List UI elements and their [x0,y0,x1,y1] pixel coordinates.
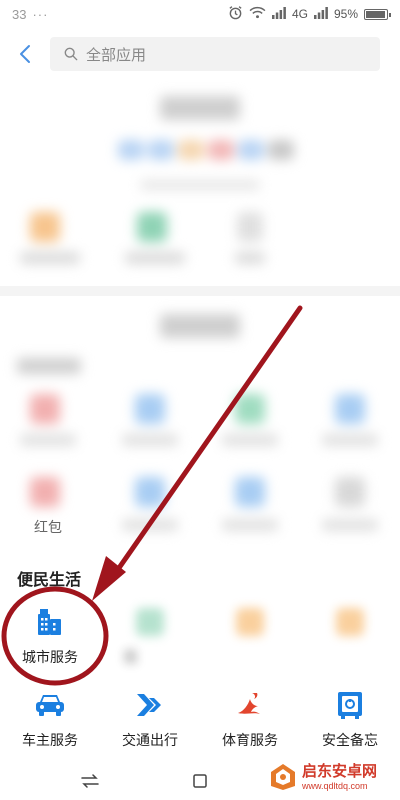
blurred-app-area [0,82,400,552]
watermark: 启东安卓网 www.qdltdq.com [268,758,396,796]
swap-arrows-icon [81,774,99,788]
watermark-logo [271,764,295,790]
building-icon [0,605,100,639]
app-safety-memo[interactable]: 安全备忘 [300,688,400,750]
app-label: 医 [124,649,138,665]
chevron-left-icon [20,45,30,63]
app-label: 城市服务 [22,649,78,665]
app-icon-blurred [300,605,400,639]
status-icons: 4G 95% [228,5,391,23]
double-chevron-right-icon [100,688,200,722]
app-sports[interactable]: 体育服务 [200,688,300,750]
section-title-convenience: 便民生活 [17,572,82,589]
app-icon-blurred [200,605,300,639]
app-car-service[interactable]: 车主服务 [0,688,100,750]
app-label: 安全备忘 [322,732,378,748]
wifi-icon [249,6,266,22]
annotation-arrow-head [92,556,126,601]
notification-dots: ··· [32,6,49,22]
battery-percent: 95% [333,7,358,21]
search-icon [64,47,78,61]
safe-box-icon [300,688,400,722]
network-type: 4G [291,7,308,21]
square-icon [193,774,207,788]
search-placeholder: 全部应用 [86,46,147,64]
watermark-title: 启东安卓网 [302,762,378,780]
app-label: 体育服务 [222,732,278,748]
app-label: 交通出行 [122,732,178,748]
battery-icon [364,8,391,20]
app-blurred-4[interactable] [300,605,400,639]
app-city-service[interactable]: 城市服务 [0,605,100,667]
search-input[interactable]: 全部应用 [50,37,380,71]
back-button[interactable] [0,28,50,80]
status-bar: 33 ··· 4G 95% [0,0,400,28]
car-icon [0,688,100,722]
section-divider [0,286,400,296]
alarm-icon [228,5,243,23]
signal-icon-2 [313,6,328,22]
app-blurred-2[interactable]: 医 [100,605,200,667]
app-blurred-3[interactable] [200,605,300,639]
app-traffic[interactable]: 交通出行 [100,688,200,750]
home-button[interactable] [180,762,220,800]
partial-label-hongbao: 红包 [34,519,62,535]
watermark-url: www.qdltdq.com [302,780,368,791]
signal-icon [271,6,286,22]
status-time: 33 [12,6,27,22]
top-bar: 全部应用 [0,28,400,80]
app-icon-blurred [100,605,200,639]
switch-app-button[interactable] [70,762,110,800]
app-label: 车主服务 [22,732,78,748]
sports-torch-icon [200,688,300,722]
